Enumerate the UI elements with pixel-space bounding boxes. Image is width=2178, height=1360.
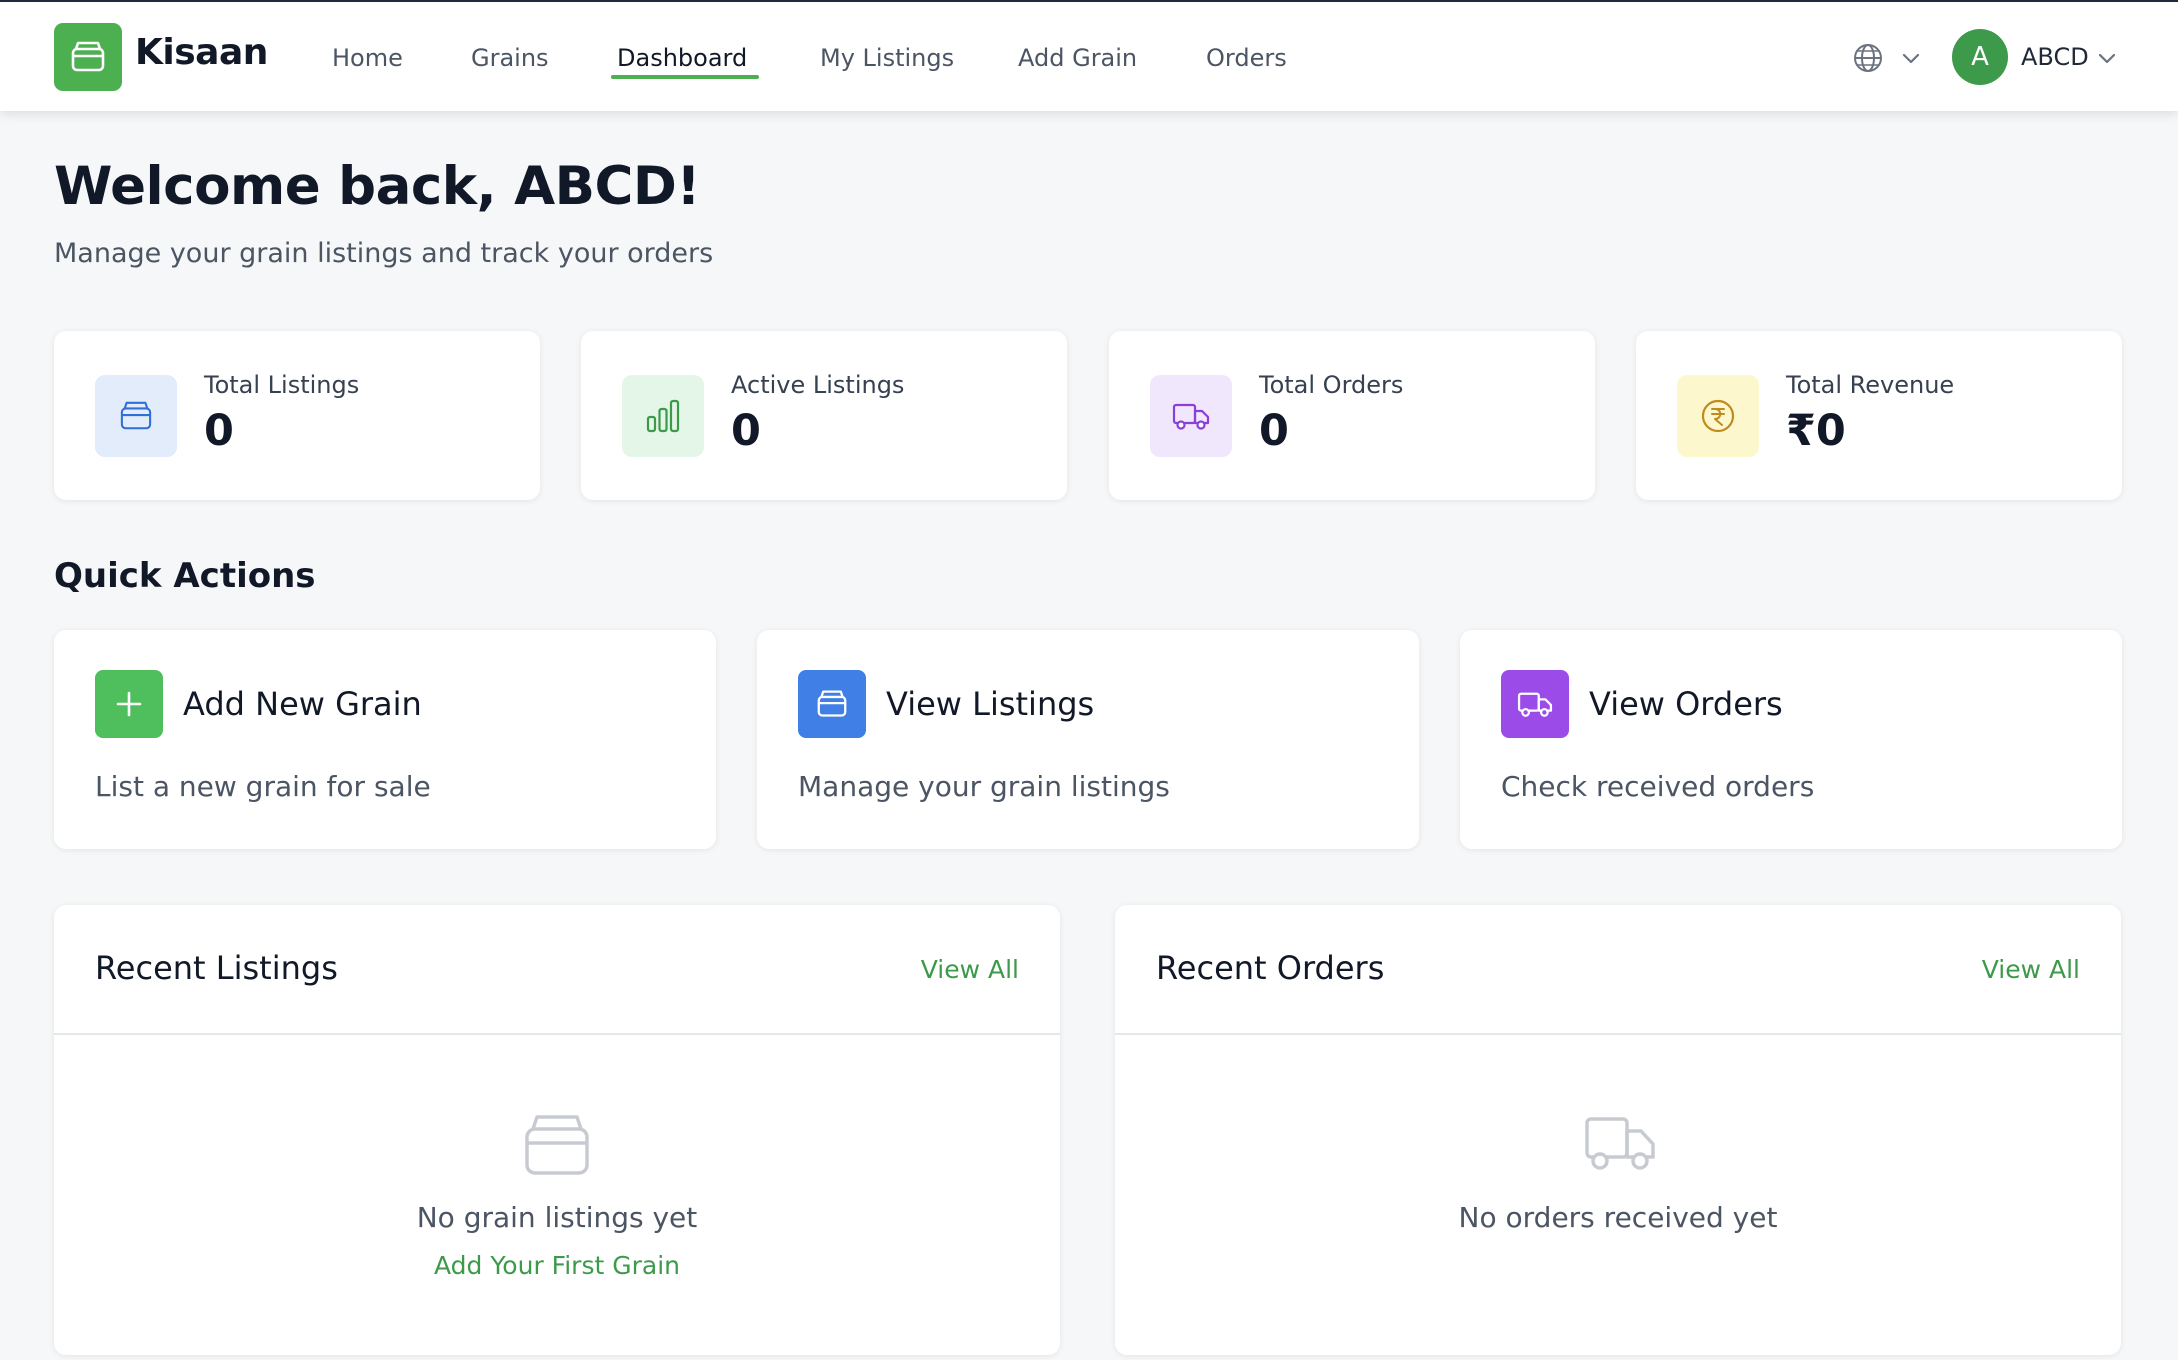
action-title: Add New Grain (183, 685, 422, 723)
action-description: List a new grain for sale (95, 770, 431, 803)
page-subtitle: Manage your grain listings and track you… (54, 238, 714, 269)
avatar[interactable]: A (1952, 29, 2008, 85)
nav-dashboard[interactable]: Dashboard (617, 44, 747, 72)
action-description: Check received orders (1501, 770, 1815, 803)
panel-title: Recent Orders (1156, 949, 1385, 987)
add-new-grain-card[interactable]: Add New Grain List a new grain for sale (54, 630, 716, 849)
view-orders-card[interactable]: View Orders Check received orders (1460, 630, 2122, 849)
empty-state-text: No grain listings yet (416, 1201, 698, 1234)
chevron-down-icon[interactable] (2096, 47, 2118, 69)
stat-card-active-listings: Active Listings 0 (581, 331, 1067, 500)
truck-icon (1150, 375, 1232, 457)
panel-header: Recent Listings View All (54, 905, 1060, 1035)
rupee-icon (1677, 375, 1759, 457)
empty-state-text: No orders received yet (1458, 1201, 1778, 1234)
grain-icon (71, 41, 105, 72)
active-nav-indicator (611, 75, 759, 79)
nav-grains[interactable]: Grains (471, 44, 549, 72)
truck-icon (1585, 1117, 1655, 1170)
nav-my-listings[interactable]: My Listings (820, 44, 954, 72)
recent-orders-panel: Recent Orders View All No orders receive… (1115, 905, 2121, 1355)
view-all-orders-link[interactable]: View All (1982, 955, 2080, 984)
stat-label: Total Listings (204, 371, 360, 399)
stat-card-total-listings: Total Listings 0 (54, 331, 540, 500)
grain-icon (798, 670, 866, 738)
top-navbar: Kisaan Home Grains Dashboard My Listings… (0, 0, 2178, 111)
page-title: Welcome back, ABCD! (54, 156, 701, 217)
globe-icon[interactable] (1852, 42, 1884, 74)
logo-icon[interactable] (54, 23, 122, 91)
action-title: View Orders (1589, 685, 1783, 723)
stat-label: Total Revenue (1786, 371, 1955, 399)
panel-header: Recent Orders View All (1115, 905, 2121, 1035)
action-title: View Listings (886, 685, 1095, 723)
stat-value: 0 (1259, 406, 1289, 456)
user-name[interactable]: ABCD (2021, 43, 2089, 71)
stat-value: 0 (731, 406, 761, 456)
add-first-grain-link[interactable]: Add Your First Grain (54, 1251, 1060, 1280)
stat-value: ₹0 (1786, 406, 1846, 456)
nav-add-grain[interactable]: Add Grain (1018, 44, 1137, 72)
panel-title: Recent Listings (95, 949, 338, 987)
stat-card-total-orders: Total Orders 0 (1109, 331, 1595, 500)
stat-card-total-revenue: Total Revenue ₹0 (1636, 331, 2122, 500)
stat-label: Active Listings (731, 371, 905, 399)
app-name[interactable]: Kisaan (135, 32, 268, 73)
stat-label: Total Orders (1259, 371, 1404, 399)
bar-chart-icon (622, 375, 704, 457)
recent-listings-panel: Recent Listings View All No grain listin… (54, 905, 1060, 1355)
plus-icon (95, 670, 163, 738)
chevron-down-icon[interactable] (1900, 47, 1922, 69)
truck-icon (1501, 670, 1569, 738)
stat-value: 0 (204, 406, 234, 456)
quick-actions-title: Quick Actions (54, 556, 316, 596)
view-listings-card[interactable]: View Listings Manage your grain listings (757, 630, 1419, 849)
view-all-listings-link[interactable]: View All (921, 955, 1019, 984)
action-description: Manage your grain listings (798, 770, 1170, 803)
nav-home[interactable]: Home (332, 44, 403, 72)
nav-orders[interactable]: Orders (1206, 44, 1287, 72)
grain-icon (525, 1115, 589, 1175)
grain-icon (95, 375, 177, 457)
